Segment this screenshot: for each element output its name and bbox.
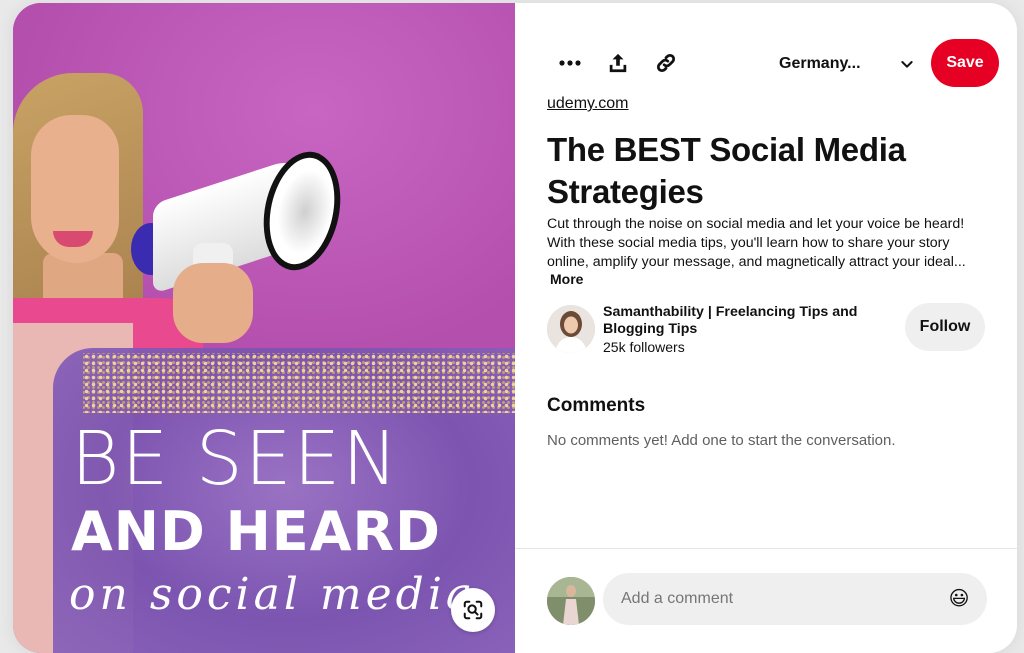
share-button[interactable] bbox=[598, 43, 638, 83]
smiley-emoji-icon: 😃 bbox=[948, 588, 970, 610]
save-button[interactable]: Save bbox=[931, 39, 999, 87]
pin-description: Cut through the noise on social media an… bbox=[547, 216, 966, 270]
visual-search-button[interactable] bbox=[451, 588, 495, 632]
follow-button[interactable]: Follow bbox=[905, 303, 985, 351]
ellipsis-icon bbox=[559, 60, 581, 66]
link-icon bbox=[656, 53, 676, 73]
creator-name[interactable]: Samanthability | Freelancing Tips and Bl… bbox=[603, 304, 873, 338]
pin-title: The BEST Social Media Strategies bbox=[547, 131, 906, 210]
comment-input[interactable] bbox=[603, 573, 987, 625]
image-glitter bbox=[83, 353, 515, 413]
creator-followers: 25k followers bbox=[603, 339, 685, 355]
comments-empty-message: No comments yet! Add one to start the co… bbox=[547, 432, 896, 449]
user-avatar-image bbox=[547, 577, 595, 625]
pin-closeup-card: BE SEEN AND HEARD on social media German… bbox=[13, 3, 1017, 653]
image-hand bbox=[173, 263, 253, 343]
emoji-picker-button[interactable]: 😃 bbox=[947, 587, 971, 611]
user-avatar[interactable] bbox=[547, 577, 595, 625]
creator-avatar[interactable] bbox=[547, 305, 595, 353]
image-headline-line2: AND HEARD bbox=[71, 500, 441, 563]
creator-row: Samanthability | Freelancing Tips and Bl… bbox=[547, 303, 987, 359]
comment-divider bbox=[515, 548, 1017, 549]
pin-image[interactable]: BE SEEN AND HEARD on social media bbox=[13, 3, 515, 653]
image-headline-line3: on social media bbox=[69, 569, 477, 620]
board-select-label: Germany... bbox=[779, 55, 861, 72]
source-domain-link[interactable]: udemy.com bbox=[547, 95, 629, 113]
description-more-link[interactable]: More bbox=[550, 271, 583, 287]
image-headline-line1: BE SEEN bbox=[71, 416, 400, 502]
share-upload-icon bbox=[609, 53, 627, 73]
more-options-button[interactable] bbox=[550, 43, 590, 83]
creator-avatar-image bbox=[547, 305, 595, 353]
visual-search-icon bbox=[463, 600, 483, 620]
chevron-down-icon bbox=[901, 61, 913, 68]
board-select[interactable]: Germany... bbox=[775, 47, 915, 81]
comments-heading: Comments bbox=[547, 395, 646, 416]
copy-link-button[interactable] bbox=[646, 43, 686, 83]
comment-composer: 😃 bbox=[547, 573, 987, 629]
pin-toolbar: Germany... Save bbox=[534, 39, 999, 89]
